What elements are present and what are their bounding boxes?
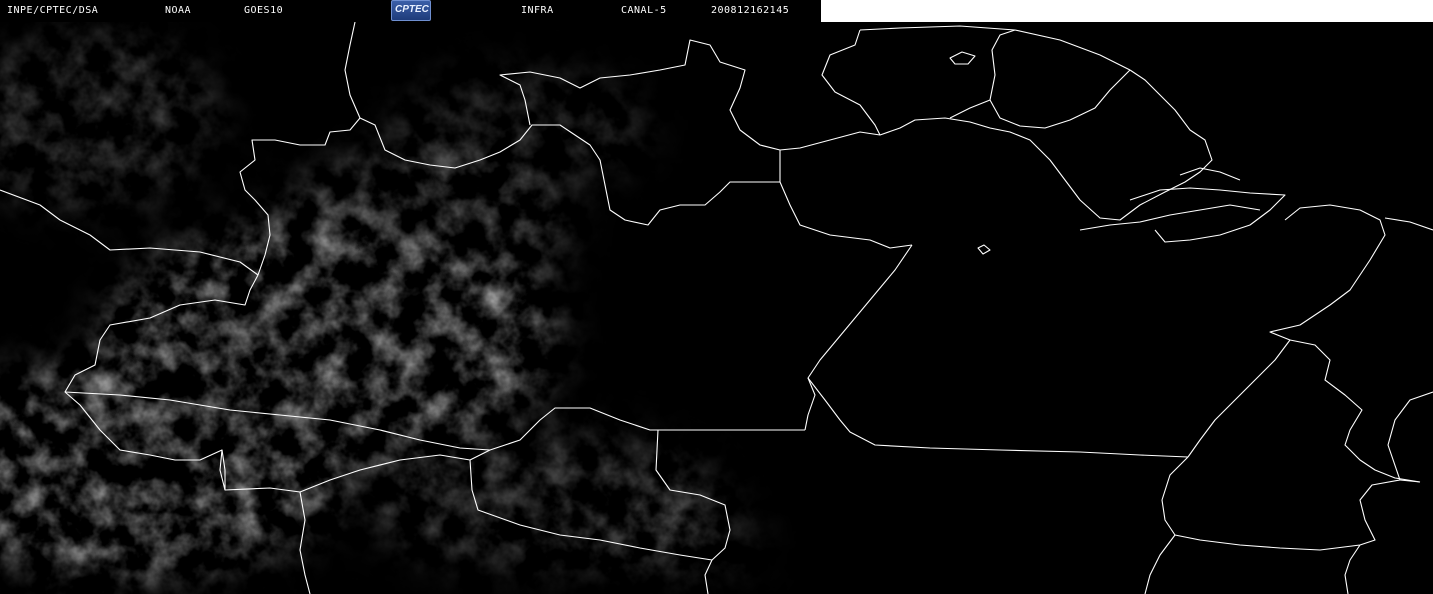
agency-label: NOAA	[165, 5, 192, 16]
satellite-map	[0, 22, 1433, 594]
logo-text: CPTEC	[395, 4, 429, 15]
institution-label: INPE/CPTEC/DSA	[7, 5, 99, 16]
header-bar: INPE/CPTEC/DSA NOAA GOES10 CPTEC INFRA C…	[0, 0, 1433, 22]
channel-label: CANAL-5	[621, 5, 667, 16]
cptec-logo: CPTEC	[391, 0, 431, 21]
timestamp-label: 200812162145	[711, 5, 790, 16]
cloud-cover	[0, 22, 1433, 594]
header-white-block	[821, 0, 1433, 22]
satellite-label: GOES10	[244, 5, 284, 16]
product-label: INFRA	[521, 5, 554, 16]
